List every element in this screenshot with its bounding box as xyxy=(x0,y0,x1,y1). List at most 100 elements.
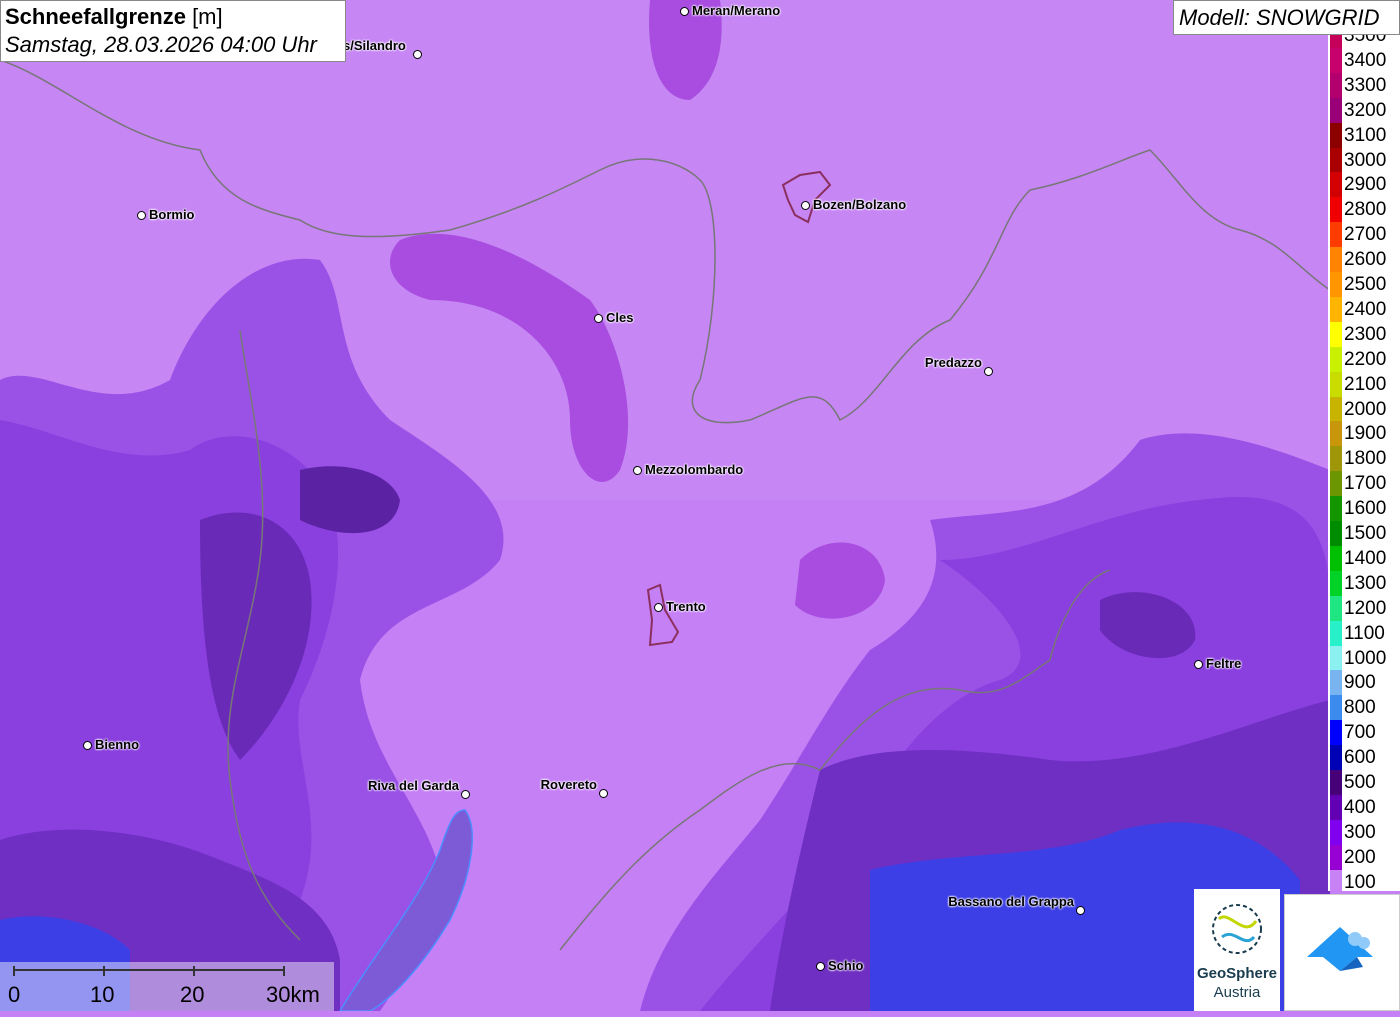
snowfall-map[interactable] xyxy=(0,0,1400,1011)
legend-label: 1300 xyxy=(1344,572,1387,594)
city-marker-icon xyxy=(654,603,663,612)
legend-row: 1400 xyxy=(1328,545,1400,571)
legend-row: 1100 xyxy=(1328,620,1400,646)
legend-label: 1000 xyxy=(1344,647,1387,669)
legend-label: 300 xyxy=(1344,821,1376,843)
legend-row: 2900 xyxy=(1328,172,1400,198)
legend-row: 400 xyxy=(1328,794,1400,820)
city-marker-icon xyxy=(413,50,422,59)
city-marker-icon xyxy=(137,211,146,220)
legend-swatch xyxy=(1330,396,1342,422)
city-marker-icon xyxy=(1076,906,1085,915)
legend-swatch xyxy=(1330,147,1342,173)
legend-swatch xyxy=(1330,421,1342,447)
legend-label: 3500 xyxy=(1344,33,1387,46)
legend-row: 3400 xyxy=(1328,47,1400,73)
legend-swatch xyxy=(1330,844,1342,870)
legend-swatch xyxy=(1330,272,1342,297)
legend-label: 700 xyxy=(1344,722,1376,744)
geosphere-emblem-icon xyxy=(1212,904,1262,954)
legend-row: 600 xyxy=(1328,745,1400,771)
legend-swatch xyxy=(1330,869,1342,891)
legend-swatch xyxy=(1330,645,1342,671)
city-marker-icon xyxy=(633,466,642,475)
legend-row: 1200 xyxy=(1328,595,1400,621)
legend-label: 2500 xyxy=(1344,274,1387,295)
legend-label: 1600 xyxy=(1344,498,1387,520)
legend-row: 3200 xyxy=(1328,97,1400,123)
legend-label: 3400 xyxy=(1344,49,1387,71)
geosphere-country: Austria xyxy=(1213,984,1261,1001)
legend-swatch xyxy=(1330,770,1342,795)
legend-swatch xyxy=(1330,545,1342,571)
legend-swatch xyxy=(1330,247,1342,273)
legend-swatch xyxy=(1330,97,1342,123)
legend-swatch xyxy=(1330,521,1342,546)
legend-label: 200 xyxy=(1344,846,1376,868)
model-label: Modell: SNOWGRID xyxy=(1173,0,1400,35)
legend-row: 3300 xyxy=(1328,72,1400,98)
legend-swatch xyxy=(1330,819,1342,845)
legend-row: 2600 xyxy=(1328,247,1400,273)
legend-row: 300 xyxy=(1328,819,1400,845)
legend-row: 3000 xyxy=(1328,147,1400,173)
legend-row: 500 xyxy=(1328,770,1400,795)
scale-label: 0 xyxy=(8,982,21,1007)
map-title: Schneefallgrenze [m] xyxy=(5,4,223,29)
city-marker-icon xyxy=(594,314,603,323)
legend-row: 1700 xyxy=(1328,471,1400,497)
city-marker-icon xyxy=(816,962,825,971)
legend-label: 2800 xyxy=(1344,199,1387,221)
legend-label: 600 xyxy=(1344,747,1376,769)
city-marker-icon xyxy=(461,790,470,799)
legend-label: 1200 xyxy=(1344,597,1387,619)
legend-row: 800 xyxy=(1328,695,1400,721)
city-label: Cles xyxy=(606,310,634,325)
legend-swatch xyxy=(1330,570,1342,596)
legend-label: 500 xyxy=(1344,772,1376,793)
color-legend: 3500 3400 3300 3200 3100 3000 2900 2800 2700 2600… xyxy=(1328,33,1400,891)
geosphere-logo[interactable]: GeoSphere Austria xyxy=(1194,889,1280,1011)
legend-row: 700 xyxy=(1328,720,1400,746)
legend-label: 2000 xyxy=(1344,398,1387,420)
city-marker-icon xyxy=(83,741,92,750)
legend-label: 2700 xyxy=(1344,224,1387,246)
legend-label: 900 xyxy=(1344,672,1376,694)
legend-row: 1000 xyxy=(1328,645,1400,671)
legend-swatch xyxy=(1330,296,1342,322)
legend-row: 2200 xyxy=(1328,346,1400,372)
legend-label: 1800 xyxy=(1344,448,1387,470)
legend-swatch xyxy=(1330,496,1342,522)
city-label: Feltre xyxy=(1206,656,1242,671)
map-subtitle: Samstag, 28.03.2026 04:00 Uhr xyxy=(5,32,317,57)
legend-swatch xyxy=(1330,197,1342,223)
legend-row: 2400 xyxy=(1328,296,1400,322)
city-label: Riva del Garda xyxy=(367,778,459,793)
scale-label: 30km xyxy=(266,982,320,1007)
legend-row: 200 xyxy=(1328,844,1400,870)
legend-row: 1600 xyxy=(1328,496,1400,522)
legend-row: 2000 xyxy=(1328,396,1400,422)
legend-row: 1900 xyxy=(1328,421,1400,447)
legend-label: 1100 xyxy=(1344,622,1385,644)
legend-swatch xyxy=(1330,745,1342,771)
legend-label: 1500 xyxy=(1344,523,1387,544)
city-label: Schio xyxy=(828,958,864,973)
legend-label: 2600 xyxy=(1344,249,1387,271)
city-label: Bormio xyxy=(149,207,195,222)
city-marker-icon xyxy=(801,201,810,210)
legend-row: 900 xyxy=(1328,670,1400,696)
app-logo[interactable] xyxy=(1284,894,1400,1011)
legend-row: 2500 xyxy=(1328,272,1400,297)
legend-label: 3200 xyxy=(1344,99,1387,121)
legend-label: 2900 xyxy=(1344,174,1387,196)
legend-row: 1300 xyxy=(1328,570,1400,596)
city-label: Trento xyxy=(666,599,706,614)
legend-label: 1400 xyxy=(1344,547,1387,569)
legend-swatch xyxy=(1330,595,1342,621)
legend-label: 3300 xyxy=(1344,74,1387,96)
geosphere-name: GeoSphere xyxy=(1196,965,1278,982)
legend-label: 3100 xyxy=(1344,124,1387,146)
legend-swatch xyxy=(1330,620,1342,646)
city-marker-icon xyxy=(984,367,993,376)
